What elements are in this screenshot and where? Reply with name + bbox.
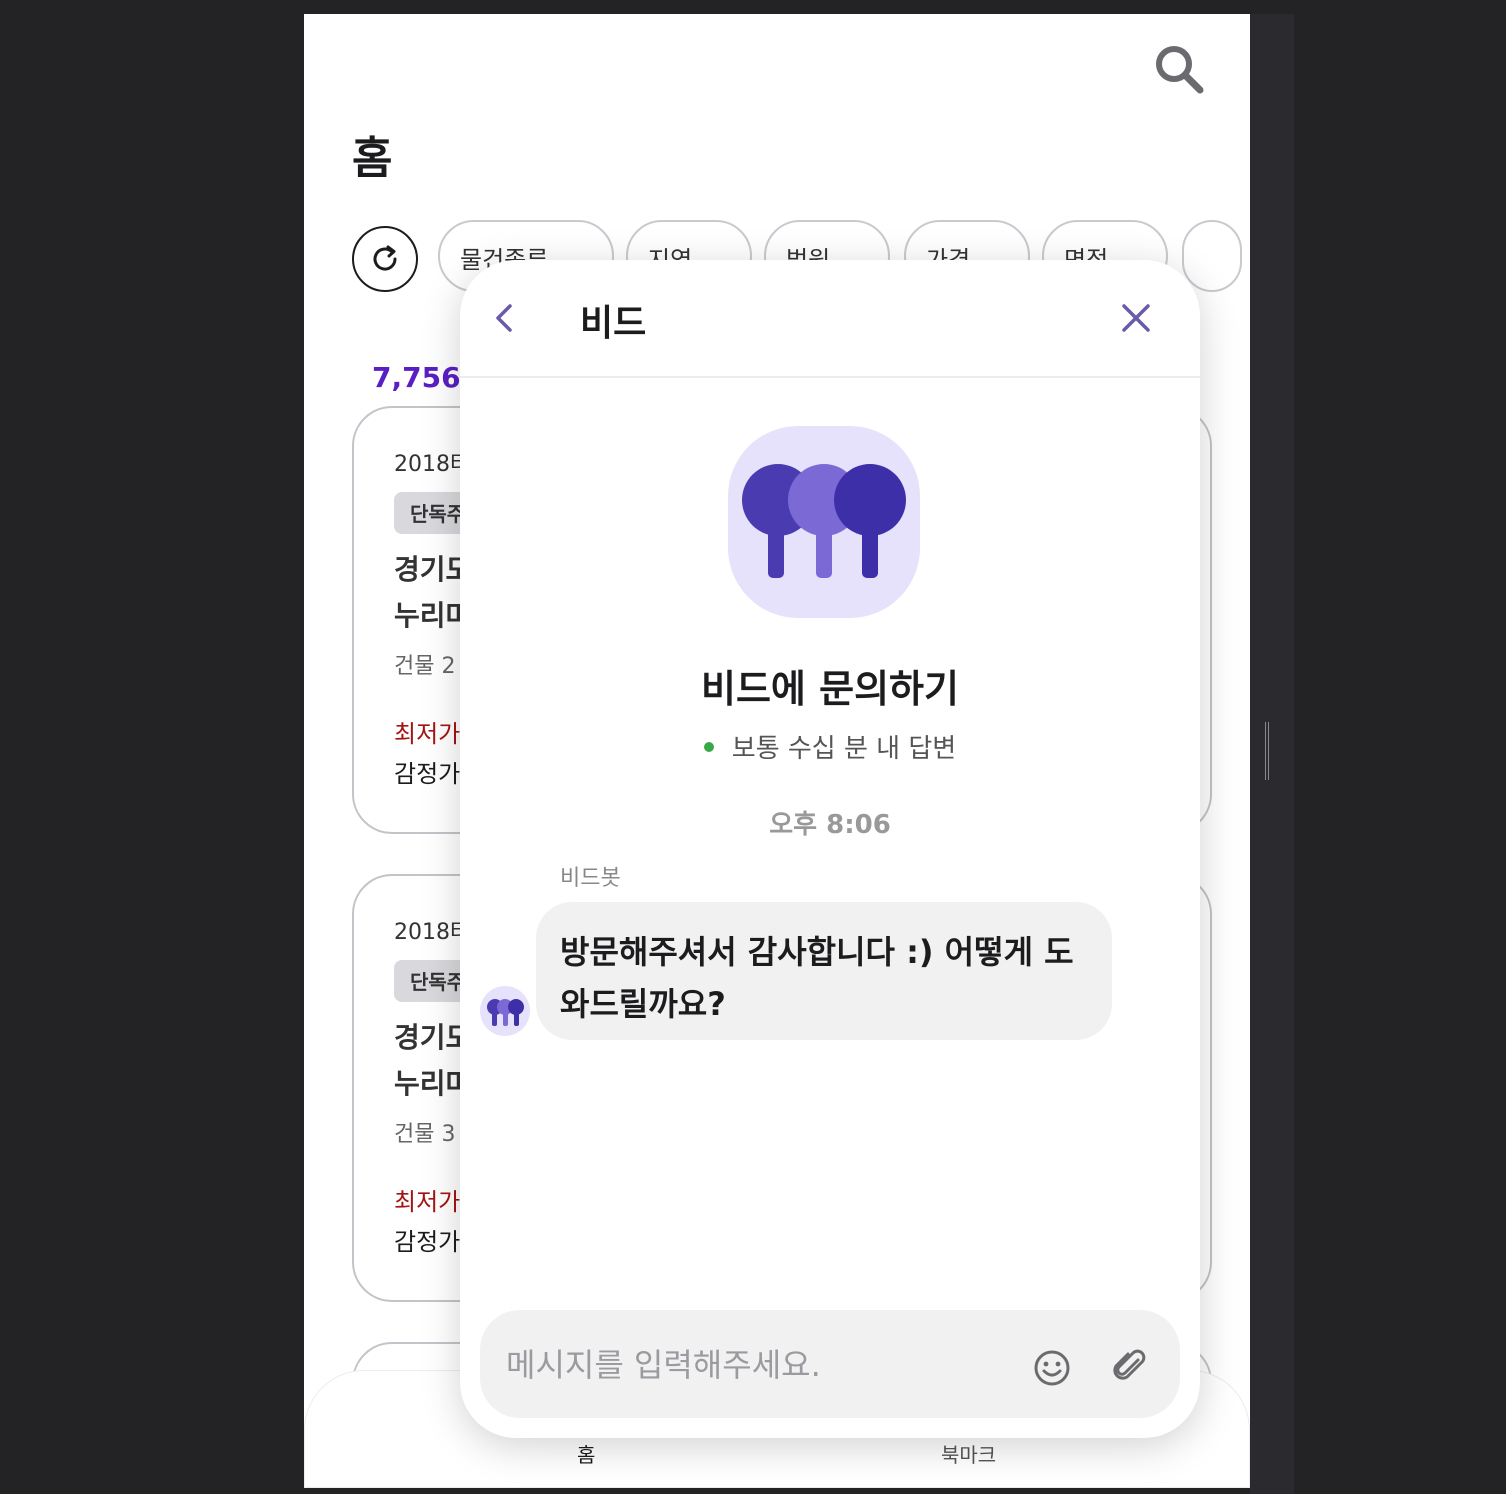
min-price: 최저가 — [394, 720, 461, 748]
response-status: 보통 수십 분 내 답변 — [460, 728, 1200, 765]
case-number: 2018타 — [394, 920, 471, 945]
close-icon[interactable] — [1116, 298, 1156, 338]
sender-name: 비드봇 — [560, 866, 621, 891]
bid-logo — [728, 426, 920, 618]
appraisal-price: 감정가 — [394, 1228, 461, 1256]
resize-handle[interactable] — [1265, 722, 1279, 782]
paperclip-icon[interactable] — [1110, 1346, 1150, 1386]
chat-title: 비드 — [580, 303, 647, 344]
chat-header: 비드 — [460, 260, 1200, 378]
property-kind: 건물 2 — [394, 654, 456, 679]
chat-widget: 비드 비드에 문의하기 보통 수십 분 내 답변 오후 8:06 비드봇 방문해… — [460, 260, 1200, 1438]
refresh-icon — [373, 245, 397, 271]
message-time: 오후 8:06 — [769, 810, 891, 840]
bot-avatar — [480, 986, 530, 1036]
property-kind: 건물 3 — [394, 1122, 456, 1147]
back-arrow-icon[interactable] — [486, 298, 526, 338]
min-price: 최저가 — [394, 1188, 461, 1216]
appraisal-price: 감정가 — [394, 760, 461, 788]
page-title: 홈 — [352, 133, 393, 184]
result-count-number: 7,756 — [372, 361, 461, 394]
online-dot-icon — [703, 741, 714, 752]
bot-message-bubble: 방문해주셔서 감사합니다 :) 어떻게 도와드릴까요? — [536, 902, 1112, 1040]
nav-home[interactable]: 홈 — [577, 1439, 595, 1468]
case-number: 2018타 — [394, 452, 471, 477]
message-input[interactable] — [506, 1340, 1006, 1390]
nav-bookmark[interactable]: 북마크 — [941, 1439, 996, 1468]
chat-heading: 비드에 문의하기 — [701, 667, 959, 711]
message-composer — [480, 1310, 1180, 1418]
status-text: 보통 수십 분 내 답변 — [731, 734, 957, 764]
emoji-icon[interactable] — [1032, 1348, 1072, 1388]
refresh-button[interactable] — [352, 226, 418, 292]
search-icon[interactable] — [1152, 42, 1208, 98]
